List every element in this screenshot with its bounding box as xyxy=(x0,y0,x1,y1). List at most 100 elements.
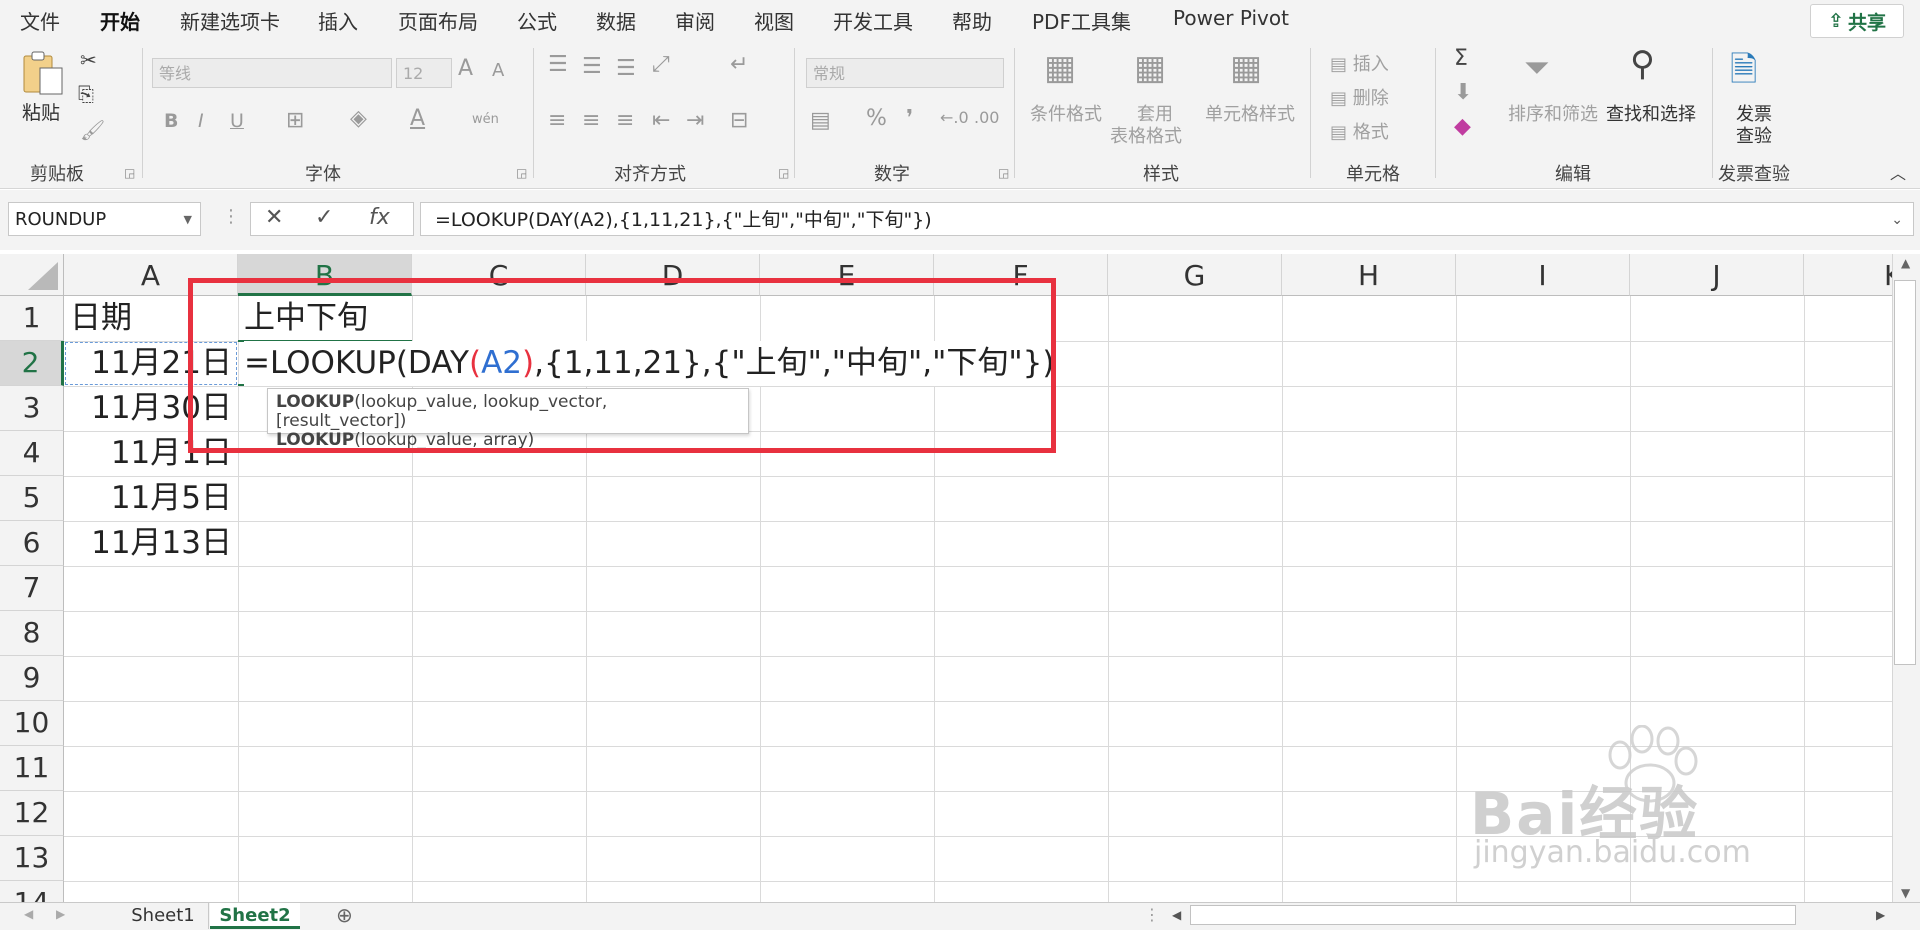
expand-formula-icon[interactable]: ⌄ xyxy=(1891,203,1903,237)
phonetic-icon[interactable]: wén xyxy=(472,112,499,127)
formula-input[interactable]: =LOOKUP(DAY(A2),{1,11,21},{"上旬","中旬","下旬… xyxy=(420,202,1914,236)
align-right-icon[interactable]: ≡ xyxy=(616,108,634,133)
cell-a5[interactable]: 11月5日 xyxy=(64,476,232,521)
merge-center-icon[interactable]: ⊟ xyxy=(730,108,748,133)
enter-icon[interactable]: ✓ xyxy=(315,205,333,230)
grow-font-icon[interactable]: A xyxy=(458,56,473,81)
orientation-icon[interactable]: ⤢ xyxy=(652,52,670,77)
clipboard-launcher-icon[interactable]: ◲ xyxy=(124,166,135,180)
name-box[interactable]: ROUNDUP ▼ xyxy=(8,202,201,236)
increase-decimal-icon[interactable]: ←.0 xyxy=(940,108,969,127)
scroll-down-icon[interactable]: ▼ xyxy=(1901,886,1910,900)
row-header-7[interactable]: 7 xyxy=(0,566,64,611)
format-painter-icon[interactable]: 🖌 xyxy=(80,118,105,142)
tab-view[interactable]: 视图 xyxy=(754,6,794,35)
invoice-button-line2[interactable]: 查验 xyxy=(1736,122,1772,148)
italic-icon[interactable]: I xyxy=(198,110,204,132)
row-header-13[interactable]: 13 xyxy=(0,836,64,881)
align-bottom-icon[interactable]: ☰ xyxy=(616,56,636,81)
delete-cells-button[interactable]: ▤ 删除 xyxy=(1330,84,1389,110)
conditional-format-button[interactable]: 条件格式 xyxy=(1030,100,1102,126)
align-left-icon[interactable]: ≡ xyxy=(548,108,566,133)
column-header-i[interactable]: I xyxy=(1456,254,1630,296)
row-header-12[interactable]: 12 xyxy=(0,791,64,836)
tab-insert[interactable]: 插入 xyxy=(318,6,358,35)
tab-review[interactable]: 审阅 xyxy=(675,6,715,35)
decrease-decimal-icon[interactable]: .00 xyxy=(974,108,999,127)
column-header-k[interactable]: K xyxy=(1804,254,1892,296)
align-center-icon[interactable]: ≡ xyxy=(582,108,600,133)
cut-icon[interactable]: ✂ xyxy=(80,48,97,72)
cell-a1[interactable]: 日期 xyxy=(70,296,132,341)
cell-styles-button[interactable]: 单元格样式 xyxy=(1205,100,1295,126)
font-name-combo[interactable]: 等线 xyxy=(152,58,392,88)
row-header-8[interactable]: 8 xyxy=(0,611,64,656)
row-header-14[interactable]: 14 xyxy=(0,881,64,902)
row-header-10[interactable]: 10 xyxy=(0,701,64,746)
row-header-1[interactable]: 1 xyxy=(0,296,64,341)
tab-data[interactable]: 数据 xyxy=(596,6,636,35)
font-launcher-icon[interactable]: ◲ xyxy=(516,166,527,180)
row-header-11[interactable]: 11 xyxy=(0,746,64,791)
percent-icon[interactable]: % xyxy=(866,106,887,131)
align-middle-icon[interactable]: ☰ xyxy=(582,54,602,79)
tab-developer[interactable]: 开发工具 xyxy=(833,6,913,35)
column-header-h[interactable]: H xyxy=(1282,254,1456,296)
paste-button[interactable]: 粘贴 xyxy=(22,98,60,125)
row-header-2[interactable]: 2 xyxy=(0,341,64,386)
align-top-icon[interactable]: ☰ xyxy=(548,52,568,77)
shrink-font-icon[interactable]: A xyxy=(492,60,504,81)
increase-indent-icon[interactable]: ⇥ xyxy=(686,108,704,133)
tab-file[interactable]: 文件 xyxy=(20,6,60,35)
accounting-format-icon[interactable]: ▤ xyxy=(810,108,831,133)
select-all-button[interactable] xyxy=(0,254,64,296)
wrap-text-icon[interactable]: ↵ xyxy=(730,52,748,77)
insert-cells-button[interactable]: ▤ 插入 xyxy=(1330,50,1389,76)
scroll-left-icon[interactable]: ◀ xyxy=(1172,908,1181,922)
horizontal-scroll-thumb[interactable] xyxy=(1190,905,1796,925)
tab-home[interactable]: 开始 xyxy=(100,6,140,43)
share-button[interactable]: ⇪ 共享 xyxy=(1810,4,1904,38)
cell-a6[interactable]: 11月13日 xyxy=(64,521,232,566)
sheet-tab-sheet2[interactable]: Sheet2 xyxy=(210,903,300,929)
comma-style-icon[interactable]: ❜ xyxy=(906,106,913,131)
font-color-icon[interactable]: A xyxy=(410,106,425,131)
font-size-combo[interactable]: 12 xyxy=(396,58,452,88)
bold-icon[interactable]: B xyxy=(164,110,178,132)
tab-pdf-tools[interactable]: PDF工具集 xyxy=(1032,6,1131,35)
format-cells-button[interactable]: ▤ 格式 xyxy=(1330,118,1389,144)
scroll-up-icon[interactable]: ▲ xyxy=(1901,256,1910,270)
border-icon[interactable]: ⊞ xyxy=(286,108,304,133)
collapse-ribbon-icon[interactable]: ︿ xyxy=(1890,160,1906,184)
column-header-g[interactable]: G xyxy=(1108,254,1282,296)
scroll-right-icon[interactable]: ▶ xyxy=(1876,908,1885,922)
tab-power-pivot[interactable]: Power Pivot xyxy=(1173,6,1289,30)
row-header-9[interactable]: 9 xyxy=(0,656,64,701)
clear-icon[interactable]: ◆ xyxy=(1454,114,1471,139)
alignment-launcher-icon[interactable]: ◲ xyxy=(778,166,789,180)
sort-filter-button[interactable]: 排序和筛选 xyxy=(1508,100,1598,126)
fill-color-icon[interactable]: ◈ xyxy=(350,106,367,131)
fill-icon[interactable]: ⬇ xyxy=(1454,80,1472,105)
decrease-indent-icon[interactable]: ⇤ xyxy=(652,108,670,133)
sheet-tab-sheet1[interactable]: Sheet1 xyxy=(118,903,209,929)
row-header-6[interactable]: 6 xyxy=(0,521,64,566)
cancel-icon[interactable]: ✕ xyxy=(265,205,283,230)
tab-page-layout[interactable]: 页面布局 xyxy=(398,6,478,35)
tab-help[interactable]: 帮助 xyxy=(952,6,992,35)
tab-splitter-icon[interactable]: ⋮ xyxy=(1144,905,1160,924)
row-header-4[interactable]: 4 xyxy=(0,431,64,476)
tab-new-tab[interactable]: 新建选项卡 xyxy=(180,6,280,35)
next-sheet-icon[interactable]: ▶ xyxy=(56,907,65,921)
copy-icon[interactable]: ⎘ xyxy=(78,82,94,106)
vertical-scroll-thumb[interactable] xyxy=(1894,280,1916,665)
find-select-button[interactable]: 查找和选择 xyxy=(1606,100,1696,126)
number-format-combo[interactable]: 常规 xyxy=(806,58,1004,88)
prev-sheet-icon[interactable]: ◀ xyxy=(24,907,33,921)
resize-handle-icon[interactable]: ⋮ xyxy=(222,206,240,227)
row-header-5[interactable]: 5 xyxy=(0,476,64,521)
underline-icon[interactable]: U xyxy=(230,110,244,132)
row-header-3[interactable]: 3 xyxy=(0,386,64,431)
number-launcher-icon[interactable]: ◲ xyxy=(998,166,1009,180)
insert-function-icon[interactable]: fx xyxy=(369,205,390,230)
